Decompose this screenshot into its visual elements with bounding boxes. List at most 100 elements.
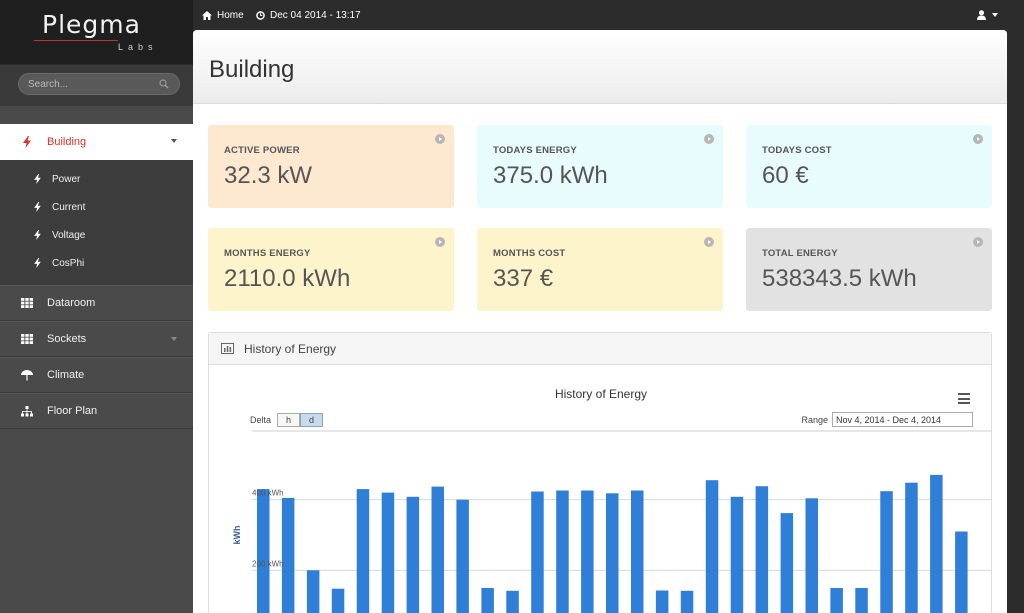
chart-bar[interactable] xyxy=(581,490,594,613)
chart-bar[interactable] xyxy=(431,486,445,613)
sidebar-subitem-label: Power xyxy=(52,173,81,185)
sidebar-subitem-label: Current xyxy=(52,201,86,213)
chart-bar[interactable] xyxy=(556,490,569,613)
building-submenu: Power Current Voltage CosPhi xyxy=(0,160,193,285)
card-months-energy[interactable]: MONTHS ENERGY 2110.0 kWh xyxy=(208,228,454,311)
user-icon xyxy=(977,10,986,20)
chart-bar[interactable] xyxy=(606,493,619,613)
card-todays-cost[interactable]: TODAYS COST 60 € xyxy=(746,125,992,208)
sidebar-item-floor-plan[interactable]: Floor Plan xyxy=(0,393,193,429)
chart-bar[interactable] xyxy=(955,531,968,613)
chart-bar[interactable] xyxy=(930,474,943,613)
y-tick-label: 400 kWh xyxy=(252,489,284,498)
card-value: 337 € xyxy=(493,265,554,292)
chart-bar[interactable] xyxy=(456,499,469,613)
chart-bar[interactable] xyxy=(306,570,320,613)
card-label: TODAYS ENERGY xyxy=(493,145,577,156)
chart-bar[interactable] xyxy=(730,496,744,613)
chart-bar[interactable] xyxy=(680,590,694,613)
history-panel: History of Energy 200 kWh 400 kWh kWh Hist… xyxy=(208,332,992,613)
chevron-down-icon xyxy=(171,337,177,341)
chart-bar[interactable] xyxy=(905,482,918,613)
search-box xyxy=(18,73,180,95)
chart-bar[interactable] xyxy=(755,486,769,613)
delta-hour-button[interactable]: h xyxy=(277,413,301,427)
logo-text: Plegma xyxy=(42,10,141,39)
sidebar-subitem-power[interactable]: Power xyxy=(0,165,193,193)
chart-bar[interactable] xyxy=(855,588,868,613)
page-title: Building xyxy=(209,56,295,83)
card-active-power[interactable]: ACTIVE POWER 32.3 kW xyxy=(208,125,454,208)
user-menu[interactable] xyxy=(977,10,998,20)
chart-bar[interactable] xyxy=(331,588,345,613)
clock-icon xyxy=(256,11,265,20)
sidebar-item-building[interactable]: Building xyxy=(0,124,193,160)
chart-bar[interactable] xyxy=(406,496,420,613)
sidebar-gap xyxy=(0,106,193,124)
home-icon xyxy=(202,11,212,20)
chart-bar[interactable] xyxy=(705,480,719,613)
chart-bar[interactable] xyxy=(381,492,395,613)
bolt-icon xyxy=(32,230,42,240)
chart-bar[interactable] xyxy=(631,490,644,613)
card-value: 32.3 kW xyxy=(224,162,313,189)
sidebar-item-sockets[interactable]: Sockets xyxy=(0,321,193,357)
range-input[interactable] xyxy=(832,412,973,427)
play-icon[interactable] xyxy=(973,237,983,247)
delta-label: Delta xyxy=(250,415,272,425)
sidebar-subitem-label: Voltage xyxy=(52,229,86,241)
chart-bar[interactable] xyxy=(805,498,819,613)
card-months-cost[interactable]: MONTHS COST 337 € xyxy=(477,228,723,311)
search-icon[interactable] xyxy=(159,79,169,89)
search-input[interactable] xyxy=(19,75,149,90)
delta-control: Delta h d xyxy=(250,413,324,427)
chart-area: 200 kWh 400 kWh kWh History of Energy Delt… xyxy=(209,365,991,613)
card-total-energy[interactable]: TOTAL ENERGY 538343.5 kWh xyxy=(746,228,992,311)
play-icon[interactable] xyxy=(435,134,445,144)
range-label: Range xyxy=(801,414,828,425)
play-icon[interactable] xyxy=(973,134,983,144)
chart-bar[interactable] xyxy=(655,590,669,613)
chart-bar[interactable] xyxy=(481,588,494,613)
card-todays-energy[interactable]: TODAYS ENERGY 375.0 kWh xyxy=(477,125,723,208)
logo-subtext: Labs xyxy=(118,42,158,52)
bolt-icon xyxy=(32,174,42,184)
home-link[interactable]: Home xyxy=(202,10,244,21)
chart-bar[interactable] xyxy=(506,590,519,613)
play-icon[interactable] xyxy=(704,237,714,247)
range-control: Range xyxy=(801,412,973,427)
card-label: MONTHS ENERGY xyxy=(224,248,311,259)
sidebar-subitem-cosphi[interactable]: CosPhi xyxy=(0,249,193,277)
sitemap-icon xyxy=(20,405,34,417)
sidebar-item-dataroom[interactable]: Dataroom xyxy=(0,285,193,321)
sidebar-item-label: Floor Plan xyxy=(47,405,98,417)
sidebar-item-label: Building xyxy=(47,136,87,148)
card-value: 538343.5 kWh xyxy=(762,265,917,292)
chart-bar[interactable] xyxy=(257,489,270,613)
chart-bar[interactable] xyxy=(356,489,370,613)
umbrella-icon xyxy=(20,369,34,381)
chart-bar[interactable] xyxy=(780,513,794,613)
card-label: TODAYS COST xyxy=(762,145,832,156)
hamburger-menu-icon[interactable] xyxy=(958,393,970,407)
sidebar-item-climate[interactable]: Climate xyxy=(0,357,193,393)
chart-bar[interactable] xyxy=(531,491,544,613)
logo-underline xyxy=(34,40,118,41)
play-icon[interactable] xyxy=(435,237,445,247)
card-label: TOTAL ENERGY xyxy=(762,248,838,259)
chart-bar[interactable] xyxy=(830,588,843,613)
delta-day-button[interactable]: d xyxy=(300,413,324,427)
chart-bar[interactable] xyxy=(880,491,893,613)
sidebar: Plegma Labs Building Power Current xyxy=(0,0,193,613)
play-icon[interactable] xyxy=(704,134,714,144)
card-value: 375.0 kWh xyxy=(493,162,608,189)
card-value: 60 € xyxy=(762,162,809,189)
y-tick-label: 200 kWh xyxy=(252,559,284,568)
sidebar-subitem-voltage[interactable]: Voltage xyxy=(0,221,193,249)
y-axis-label: kWh xyxy=(232,526,242,545)
sidebar-item-label: Sockets xyxy=(47,333,87,345)
chart-title: History of Energy xyxy=(554,387,648,401)
chart-bar[interactable] xyxy=(281,497,295,613)
logo[interactable]: Plegma Labs xyxy=(0,0,193,64)
sidebar-subitem-current[interactable]: Current xyxy=(0,193,193,221)
